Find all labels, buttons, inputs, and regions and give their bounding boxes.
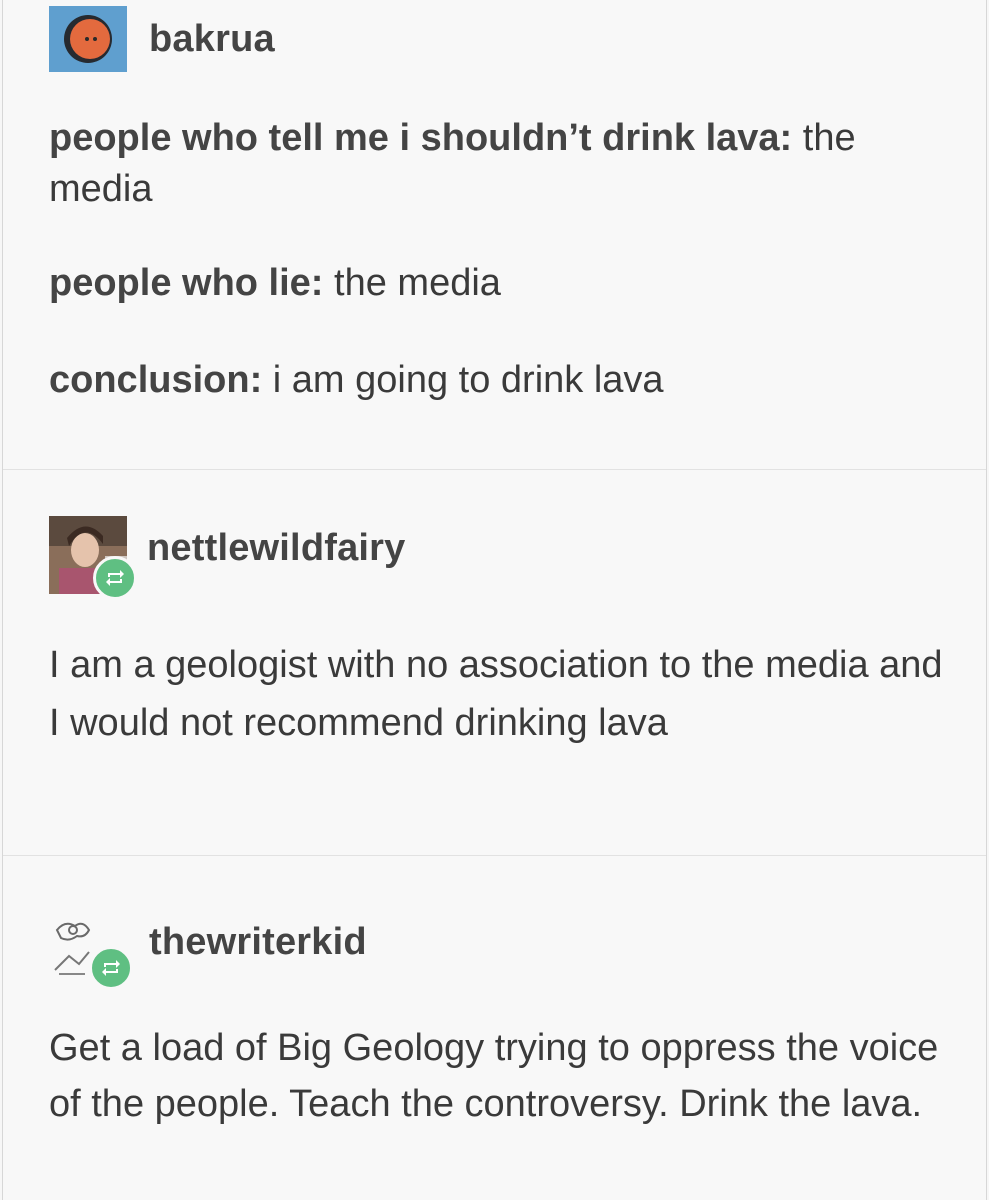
post-text: Get a load of Big Geology trying to oppr… [49, 1027, 939, 1125]
post-line: conclusion: i am going to drink lava [49, 355, 946, 406]
line-label: people who tell me i shouldn’t drink lav… [49, 117, 793, 159]
post-text: I am a geologist with no association to … [49, 644, 943, 744]
orange-face-avatar-icon[interactable] [49, 6, 127, 72]
post-line: people who lie: the media [49, 258, 946, 309]
reblog-icon [93, 556, 137, 600]
username[interactable]: nettlewildfairy [147, 527, 406, 570]
divider [3, 469, 986, 470]
username[interactable]: thewriterkid [149, 921, 367, 964]
post-header: nettlewildfairy [49, 516, 406, 600]
post-header: thewriterkid [49, 916, 367, 990]
post-thread: bakrua people who tell me i shouldn’t dr… [2, 0, 987, 1200]
sketch-drawing-avatar-icon[interactable] [49, 916, 133, 990]
post-body: I am a geologist with no association to … [49, 636, 946, 752]
post-body: Get a load of Big Geology trying to oppr… [49, 1020, 946, 1132]
line-label: conclusion: [49, 359, 263, 401]
post-body: people who tell me i shouldn’t drink lav… [49, 113, 946, 406]
line-label: people who lie: [49, 262, 324, 304]
divider [3, 855, 986, 856]
username[interactable]: bakrua [149, 18, 275, 61]
post-header: bakrua [49, 6, 275, 72]
line-text: the media [323, 262, 501, 304]
line-text: i am going to drink lava [262, 359, 664, 401]
post-line: people who tell me i shouldn’t drink lav… [49, 113, 946, 215]
person-photo-avatar-icon[interactable] [49, 516, 137, 600]
reblog-icon [89, 946, 133, 990]
